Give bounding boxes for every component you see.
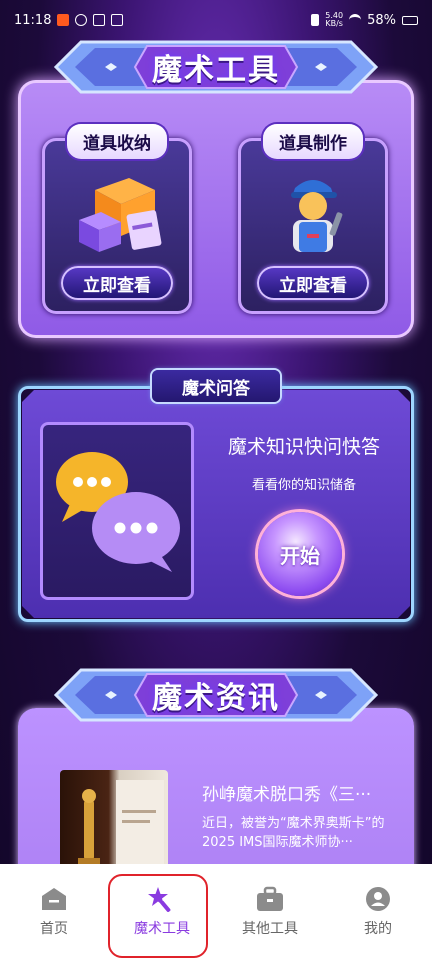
magic-tools-banner: 魔术工具 [51,32,381,102]
view-storage-button[interactable]: 立即查看 [61,266,173,300]
battery-icon [402,15,418,25]
wifi-icon [349,14,362,26]
quiz-title: 魔术知识快问快答 [227,436,380,458]
home-icon [42,888,66,910]
nav-label-home: 首页 [40,921,68,937]
status-time: 11:18 [14,12,52,28]
magic-news-title: 魔术资讯 [152,681,280,716]
play-icon [111,14,124,26]
chat-bubbles-icon [40,422,194,600]
view-making-button[interactable]: 立即查看 [257,266,369,300]
nav-label-other-tools: 其他工具 [242,921,298,937]
tool-card-label: 道具收纳 [67,124,167,159]
nav-item-magic-tools[interactable]: 魔术工具 [108,874,210,958]
battery-percent: 58% [367,12,396,28]
app-notification-icon [57,14,70,26]
net-speed-unit: KB/s [325,19,343,28]
magic-news-banner: 魔术资讯 [51,660,381,730]
nav-label-mine: 我的 [364,921,392,937]
user-icon [366,887,390,911]
start-quiz-button[interactable]: 开始 [258,512,342,596]
status-left: 11:18 [14,12,124,28]
sync-icon [75,14,88,26]
nav-item-mine[interactable]: 我的 [330,886,426,950]
bottom-nav: 首页 魔术工具 其他工具 我的 [0,864,432,964]
mechanic-icon [273,168,353,262]
tool-card-making[interactable]: 道具制作 立即查看 [238,124,388,314]
magic-tools-panel: 道具收纳 立即查看 道具制作 立即查看 [18,80,414,338]
magic-tools-title: 魔术工具 [152,53,280,88]
news-article-title[interactable]: 孙峥魔术脱口秀《三··· [202,780,398,805]
nav-item-home[interactable]: 首页 [6,886,102,950]
nav-item-other-tools[interactable]: 其他工具 [222,886,318,950]
tool-card-storage[interactable]: 道具收纳 立即查看 [42,124,192,314]
briefcase-icon [257,886,283,911]
news-article-desc: 近日，被誉为“魔术界奥斯卡”的2025 IMS国际魔术师协··· [202,816,385,850]
vibrate-icon [311,14,320,26]
nav-label-magic-tools: 魔术工具 [134,921,190,937]
tiktok-icon [93,14,106,26]
tool-card-label: 道具制作 [263,124,363,159]
quiz-tag: 魔术问答 [152,370,280,402]
quiz-subtitle: 看看你的知识储备 [251,478,356,493]
network-speed: 5.40 KB/s [325,12,343,28]
magic-wand-icon [148,887,171,912]
package-boxes-icon [67,168,167,262]
status-right: 5.40 KB/s 58% [311,12,418,28]
